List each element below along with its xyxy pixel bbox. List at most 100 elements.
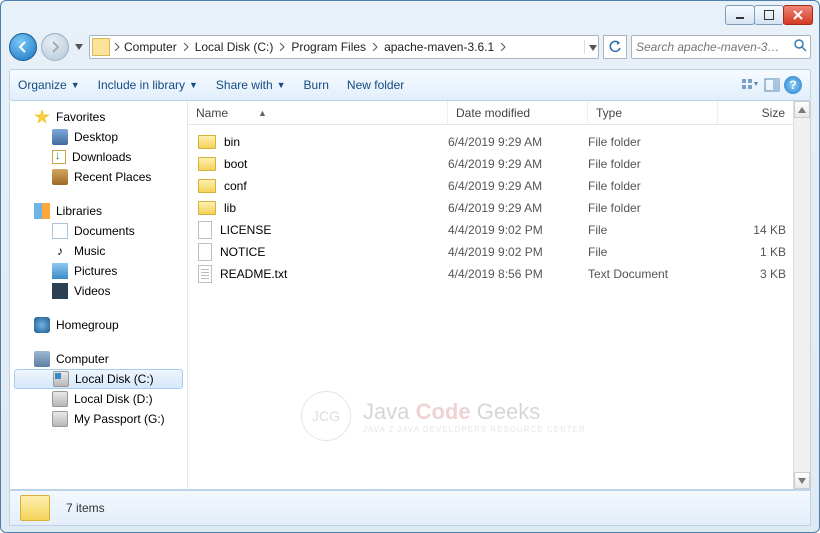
file-date: 6/4/2019 9:29 AM	[448, 201, 588, 215]
file-type: File folder	[588, 157, 718, 171]
file-row[interactable]: bin6/4/2019 9:29 AMFile folder	[188, 131, 810, 153]
breadcrumb-item[interactable]: Computer	[120, 40, 181, 54]
sidebar-item-recent[interactable]: Recent Places	[10, 167, 187, 187]
breadcrumb-item[interactable]: apache-maven-3.6.1	[380, 40, 498, 54]
preview-pane-button[interactable]	[762, 75, 782, 95]
breadcrumb-dropdown[interactable]	[584, 40, 598, 54]
file-type: File folder	[588, 201, 718, 215]
chevron-right-icon	[181, 40, 191, 54]
forward-button[interactable]	[41, 33, 69, 61]
title-bar	[1, 1, 819, 31]
column-date[interactable]: Date modified	[448, 101, 588, 124]
sidebar-item-pictures[interactable]: Pictures	[10, 261, 187, 281]
computer-icon	[34, 351, 50, 367]
file-date: 6/4/2019 9:29 AM	[448, 179, 588, 193]
file-size: 14 KB	[718, 223, 798, 237]
chevron-right-icon	[370, 40, 380, 54]
toolbar: Organize ▼ Include in library ▼ Share wi…	[9, 69, 811, 101]
sidebar-homegroup[interactable]: Homegroup	[10, 315, 187, 335]
close-button[interactable]	[783, 5, 813, 25]
file-row[interactable]: conf6/4/2019 9:29 AMFile folder	[188, 175, 810, 197]
include-library-menu[interactable]: Include in library ▼	[98, 78, 198, 92]
file-type: File	[588, 223, 718, 237]
drive-icon	[53, 371, 69, 387]
minimize-button[interactable]	[725, 5, 755, 25]
drive-icon	[52, 391, 68, 407]
chevron-down-icon: ▼	[277, 80, 286, 90]
chevron-right-icon	[498, 40, 508, 54]
search-input[interactable]	[636, 40, 793, 54]
sidebar-item-label: Local Disk (D:)	[74, 392, 153, 406]
file-row[interactable]: lib 6/4/2019 9:29 AMFile folder	[188, 197, 810, 219]
file-pane: Name ▲ Date modified Type Size bin6/4/20…	[188, 101, 810, 489]
file-name: bin	[224, 135, 240, 149]
file-type: Text Document	[588, 267, 718, 281]
main-area: Favorites Desktop Downloads Recent Place…	[9, 101, 811, 490]
toolbar-right: ?	[740, 75, 802, 95]
scroll-up-button[interactable]	[794, 101, 810, 118]
organize-label: Organize	[18, 78, 67, 92]
sidebar-item-videos[interactable]: Videos	[10, 281, 187, 301]
breadcrumb-item[interactable]: Local Disk (C:)	[191, 40, 278, 54]
sidebar-item-downloads[interactable]: Downloads	[10, 147, 187, 167]
maximize-button[interactable]	[754, 5, 784, 25]
sidebar-item-localdisk-d[interactable]: Local Disk (D:)	[10, 389, 187, 409]
column-size[interactable]: Size	[718, 101, 798, 124]
organize-menu[interactable]: Organize ▼	[18, 78, 80, 92]
pictures-icon	[52, 263, 68, 279]
sidebar-item-label: Videos	[74, 284, 110, 298]
file-row[interactable]: README.txt4/4/2019 8:56 PMText Document3…	[188, 263, 810, 285]
nav-history-dropdown[interactable]	[73, 33, 85, 61]
scroll-down-button[interactable]	[794, 472, 810, 489]
file-rows: bin6/4/2019 9:29 AMFile folderboot6/4/20…	[188, 125, 810, 285]
breadcrumb-item[interactable]: Program Files	[287, 40, 370, 54]
sidebar-item-documents[interactable]: Documents	[10, 221, 187, 241]
nav-row: Computer Local Disk (C:) Program Files a…	[9, 31, 811, 63]
scrollbar[interactable]	[793, 101, 810, 489]
column-name[interactable]: Name ▲	[188, 101, 448, 124]
burn-button[interactable]: Burn	[304, 78, 329, 92]
file-type: File folder	[588, 135, 718, 149]
sidebar-item-label: Documents	[74, 224, 135, 238]
sidebar-computer[interactable]: Computer	[10, 349, 187, 369]
sidebar-item-music[interactable]: ♪ Music	[10, 241, 187, 261]
music-icon: ♪	[52, 243, 68, 259]
star-icon	[34, 109, 50, 125]
sidebar-item-mypassport[interactable]: My Passport (G:)	[10, 409, 187, 429]
column-type[interactable]: Type	[588, 101, 718, 124]
sort-ascending-icon: ▲	[258, 108, 267, 118]
burn-label: Burn	[304, 78, 329, 92]
sidebar-item-localdisk-c[interactable]: Local Disk (C:)	[14, 369, 183, 389]
folder-icon	[198, 135, 216, 149]
sidebar-favorites[interactable]: Favorites	[10, 107, 187, 127]
videos-icon	[52, 283, 68, 299]
file-icon	[198, 221, 212, 239]
file-date: 4/4/2019 8:56 PM	[448, 267, 588, 281]
file-row[interactable]: LICENSE 4/4/2019 9:02 PMFile14 KB	[188, 219, 810, 241]
newfolder-label: New folder	[347, 78, 404, 92]
search-box[interactable]	[631, 35, 811, 59]
file-name: boot	[224, 157, 247, 171]
breadcrumb[interactable]: Computer Local Disk (C:) Program Files a…	[89, 35, 599, 59]
new-folder-button[interactable]: New folder	[347, 78, 404, 92]
sidebar-libraries[interactable]: Libraries	[10, 201, 187, 221]
help-button[interactable]: ?	[784, 76, 802, 94]
file-row[interactable]: boot 6/4/2019 9:29 AMFile folder	[188, 153, 810, 175]
sidebar-item-desktop[interactable]: Desktop	[10, 127, 187, 147]
view-options-button[interactable]	[740, 75, 760, 95]
back-button[interactable]	[9, 33, 37, 61]
drive-icon	[52, 411, 68, 427]
file-name: conf	[224, 179, 247, 193]
refresh-button[interactable]	[603, 35, 627, 59]
file-date: 4/4/2019 9:02 PM	[448, 223, 588, 237]
column-name-label: Name	[196, 106, 228, 120]
column-headers: Name ▲ Date modified Type Size	[188, 101, 810, 125]
file-row[interactable]: NOTICE4/4/2019 9:02 PMFile1 KB	[188, 241, 810, 263]
sidebar-item-label: My Passport (G:)	[74, 412, 165, 426]
file-date: 6/4/2019 9:29 AM	[448, 157, 588, 171]
share-with-menu[interactable]: Share with ▼	[216, 78, 286, 92]
search-icon	[793, 38, 807, 57]
file-name: lib	[224, 201, 236, 215]
homegroup-icon	[34, 317, 50, 333]
file-name: LICENSE	[220, 223, 271, 237]
